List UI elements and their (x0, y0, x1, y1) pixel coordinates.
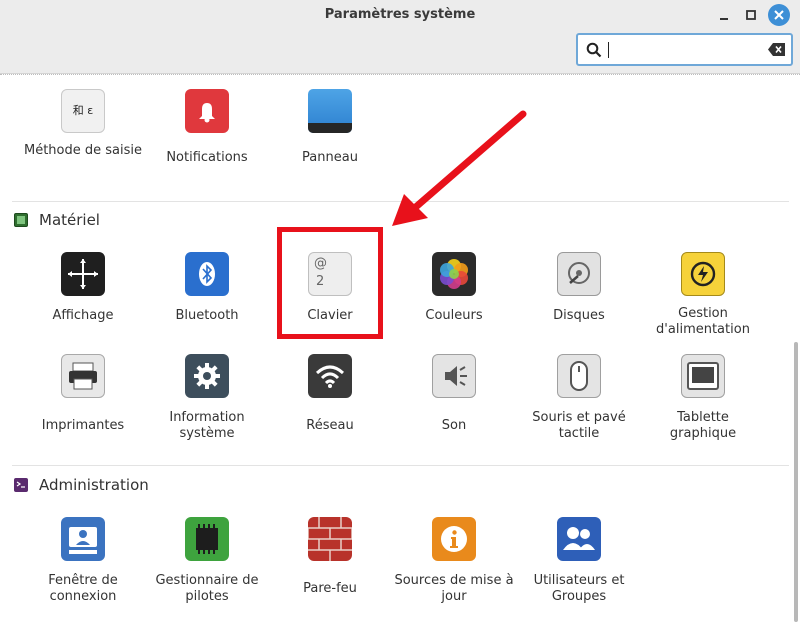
red-arrow-annotation (392, 110, 527, 226)
tablet-icon (681, 354, 725, 398)
item-firewall[interactable]: Pare-feu (270, 517, 390, 597)
hardware-section-icon (14, 213, 28, 227)
item-power[interactable]: Gestion d'alimentation (643, 252, 763, 338)
header-bar: Paramètres système (0, 0, 800, 74)
terminal-icon (14, 478, 28, 492)
item-colors[interactable]: Couleurs (394, 252, 514, 324)
item-sound[interactable]: Son (394, 354, 514, 434)
printer-icon (61, 354, 105, 398)
mouse-icon (557, 354, 601, 398)
highlight-box (277, 227, 383, 339)
clear-search-icon[interactable] (768, 43, 785, 56)
minimize-button[interactable] (713, 4, 735, 26)
item-disks[interactable]: Disques (519, 252, 639, 324)
login-window-icon (61, 517, 105, 561)
chip-icon (185, 517, 229, 561)
color-flower-icon (432, 252, 476, 296)
divider (12, 465, 789, 466)
display-icon (61, 252, 105, 296)
scroll-edge (0, 74, 800, 76)
item-login-window[interactable]: Fenêtre de connexion (23, 517, 143, 605)
search-input[interactable] (576, 33, 793, 66)
gear-icon (185, 354, 229, 398)
speaker-icon (432, 354, 476, 398)
item-software-sources[interactable]: Sources de mise à jour (394, 517, 514, 605)
wifi-icon (308, 354, 352, 398)
users-icon (557, 517, 601, 561)
window-title: Paramètres système (324, 7, 476, 22)
item-tablet[interactable]: Tablette graphique (643, 354, 763, 442)
item-display[interactable]: Affichage (23, 252, 143, 324)
maximize-button[interactable] (740, 4, 762, 26)
maximize-icon (746, 10, 756, 20)
item-mouse[interactable]: Souris et pavé tactile (519, 354, 639, 442)
scrollbar[interactable] (794, 342, 798, 622)
item-notifications[interactable]: Notifications (147, 89, 267, 166)
close-icon (774, 10, 784, 20)
power-icon (681, 252, 725, 296)
item-driver-manager[interactable]: Gestionnaire de pilotes (147, 517, 267, 605)
search-icon (586, 42, 602, 58)
panel-icon (308, 89, 352, 133)
disk-icon (557, 252, 601, 296)
bell-icon (185, 89, 229, 133)
item-system-info[interactable]: Information système (147, 354, 267, 442)
bluetooth-icon (185, 252, 229, 296)
item-panel[interactable]: Panneau (270, 89, 390, 166)
close-button[interactable] (768, 4, 790, 26)
section-admin-title: Administration (14, 476, 149, 494)
item-bluetooth[interactable]: Bluetooth (147, 252, 267, 324)
info-icon (432, 517, 476, 561)
section-hardware-title: Matériel (14, 211, 100, 229)
item-input-method[interactable]: 和 ε Méthode de saisie (23, 89, 143, 159)
minimize-icon (720, 18, 728, 20)
text-cursor (608, 42, 609, 58)
item-network[interactable]: Réseau (270, 354, 390, 434)
item-users-groups[interactable]: Utilisateurs et Groupes (519, 517, 639, 605)
input-method-icon: 和 ε (61, 89, 105, 133)
item-printers[interactable]: Imprimantes (23, 354, 143, 434)
brick-wall-icon (308, 517, 352, 561)
